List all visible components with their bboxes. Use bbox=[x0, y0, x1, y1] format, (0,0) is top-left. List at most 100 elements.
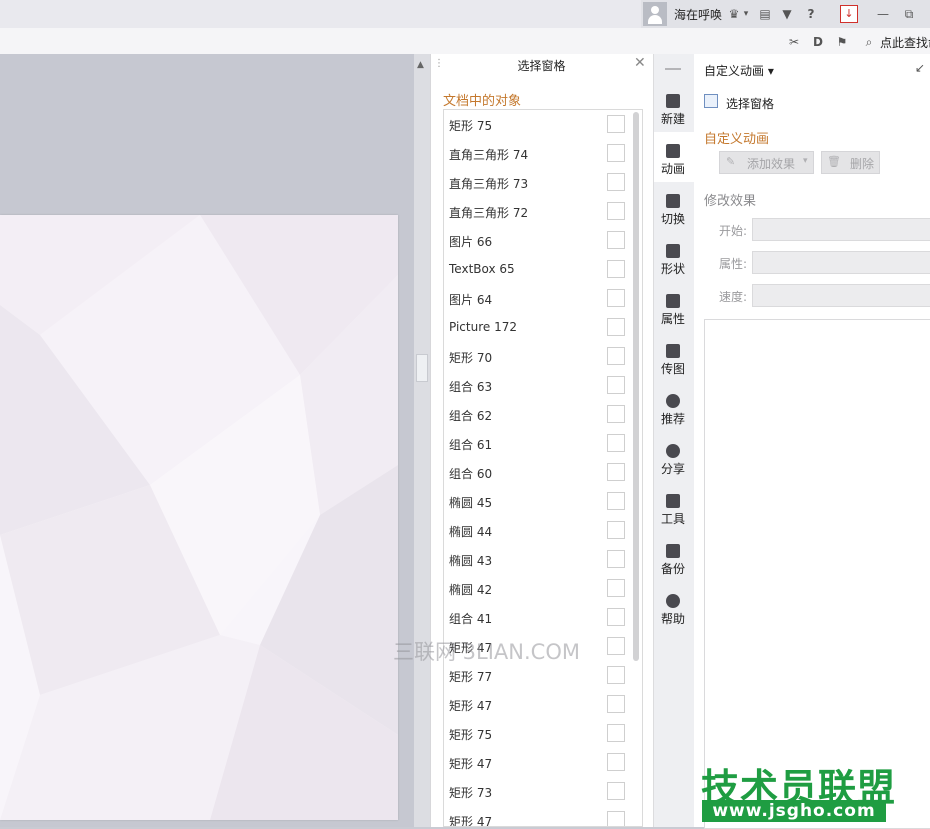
list-item[interactable]: Picture 172 bbox=[444, 313, 630, 342]
chevron-down-icon[interactable]: ▾ bbox=[803, 156, 808, 166]
list-item-label: 矩形 77 bbox=[449, 670, 493, 684]
visibility-checkbox[interactable] bbox=[607, 434, 625, 452]
visibility-checkbox[interactable] bbox=[607, 347, 625, 365]
visibility-checkbox[interactable] bbox=[607, 289, 625, 307]
list-item[interactable]: 矩形 75 bbox=[444, 719, 630, 748]
visibility-checkbox[interactable] bbox=[607, 260, 625, 278]
animation-heading: 自定义动画 bbox=[704, 132, 770, 147]
effects-list[interactable] bbox=[704, 319, 930, 829]
sidebar-item-3[interactable]: 形状 bbox=[653, 244, 693, 277]
sidebar-item-5[interactable]: 传图 bbox=[653, 344, 693, 377]
sidebar-grip[interactable] bbox=[665, 68, 681, 70]
canvas-scrollbar[interactable] bbox=[414, 54, 430, 827]
close-icon[interactable]: ✕ bbox=[634, 55, 646, 71]
sidebar-item-8[interactable]: 工具 bbox=[653, 494, 693, 527]
visibility-checkbox[interactable] bbox=[607, 608, 625, 626]
sidebar-item-0[interactable]: 新建 bbox=[653, 94, 693, 127]
minimize-button[interactable]: — bbox=[876, 6, 890, 22]
visibility-checkbox[interactable] bbox=[607, 463, 625, 481]
slide-background bbox=[0, 215, 398, 820]
list-item[interactable]: 图片 66 bbox=[444, 226, 630, 255]
visibility-checkbox[interactable] bbox=[607, 115, 625, 133]
visibility-checkbox[interactable] bbox=[607, 579, 625, 597]
list-item[interactable]: 椭圆 44 bbox=[444, 516, 630, 545]
avatar[interactable] bbox=[643, 2, 667, 26]
sidebar-item-4[interactable]: 属性 bbox=[653, 294, 693, 327]
visibility-checkbox[interactable] bbox=[607, 521, 625, 539]
collapse-icon[interactable]: ↙ bbox=[915, 61, 925, 75]
property-select[interactable] bbox=[752, 251, 930, 274]
visibility-checkbox[interactable] bbox=[607, 811, 625, 826]
list-item[interactable]: 矩形 47 bbox=[444, 806, 630, 826]
sidebar-item-10[interactable]: 帮助 bbox=[653, 594, 693, 627]
sidebar-item-6[interactable]: 推荐 bbox=[653, 394, 693, 427]
visibility-checkbox[interactable] bbox=[607, 782, 625, 800]
skin-icon[interactable]: ▼ bbox=[778, 6, 796, 22]
username-label[interactable]: 海在呼唤 bbox=[674, 6, 722, 23]
selection-pane-link[interactable]: 选择窗格 bbox=[726, 95, 774, 112]
visibility-checkbox[interactable] bbox=[607, 666, 625, 684]
sidebar-item-9[interactable]: 备份 bbox=[653, 544, 693, 577]
crown-icon[interactable]: ♛ bbox=[727, 6, 741, 22]
search-icon[interactable]: ⌕ bbox=[862, 34, 876, 50]
download-icon[interactable]: ↓ bbox=[840, 5, 858, 23]
list-item[interactable]: 组合 62 bbox=[444, 400, 630, 429]
list-item[interactable]: 椭圆 45 bbox=[444, 487, 630, 516]
list-item[interactable]: 矩形 73 bbox=[444, 777, 630, 806]
sidebar-item-7[interactable]: 分享 bbox=[653, 444, 693, 477]
d-icon[interactable]: D bbox=[811, 34, 825, 50]
sound-icon[interactable]: ✂ bbox=[787, 34, 801, 50]
list-item[interactable]: 直角三角形 74 bbox=[444, 139, 630, 168]
sidebar-item-label: 动画 bbox=[660, 162, 685, 176]
visibility-checkbox[interactable] bbox=[607, 405, 625, 423]
selection-pane-icon[interactable] bbox=[704, 94, 718, 108]
visibility-checkbox[interactable] bbox=[607, 173, 625, 191]
visibility-checkbox[interactable] bbox=[607, 492, 625, 510]
speed-select[interactable] bbox=[752, 284, 930, 307]
sidebar-item-1[interactable]: 动画 bbox=[653, 144, 693, 177]
list-item[interactable]: 组合 63 bbox=[444, 371, 630, 400]
selection-pane-title: 选择窗格 bbox=[517, 59, 566, 73]
calendar-icon[interactable]: ▤ bbox=[758, 6, 772, 22]
list-item[interactable]: 组合 61 bbox=[444, 429, 630, 458]
visibility-checkbox[interactable] bbox=[607, 695, 625, 713]
objects-list: 矩形 75 直角三角形 74 直角三角形 73 直角三角形 72 图片 66 TextBo… bbox=[443, 109, 643, 827]
animation-pane-title[interactable]: 自定义动画 ▾ bbox=[704, 62, 774, 79]
slide[interactable] bbox=[0, 215, 398, 820]
list-item[interactable]: 矩形 75 bbox=[444, 110, 630, 139]
user-menu-caret-icon[interactable]: ▾ bbox=[742, 6, 750, 22]
visibility-checkbox[interactable] bbox=[607, 550, 625, 568]
list-item[interactable]: TextBox 65 bbox=[444, 255, 630, 284]
list-item[interactable]: 图片 64 bbox=[444, 284, 630, 313]
list-item[interactable]: 组合 60 bbox=[444, 458, 630, 487]
scroll-up-icon[interactable]: ▲ bbox=[417, 60, 424, 70]
list-scrollbar[interactable] bbox=[633, 112, 639, 661]
list-item[interactable]: 直角三角形 72 bbox=[444, 197, 630, 226]
list-item[interactable]: 直角三角形 73 bbox=[444, 168, 630, 197]
visibility-checkbox[interactable] bbox=[607, 144, 625, 162]
restore-button[interactable]: ⧉ bbox=[902, 6, 916, 22]
property-label: 属性: bbox=[719, 257, 748, 271]
list-item-label: 直角三角形 72 bbox=[449, 206, 529, 220]
visibility-checkbox[interactable] bbox=[607, 202, 625, 220]
visibility-checkbox[interactable] bbox=[607, 753, 625, 771]
list-item[interactable]: 椭圆 42 bbox=[444, 574, 630, 603]
visibility-checkbox[interactable] bbox=[607, 376, 625, 394]
scroll-thumb[interactable] bbox=[416, 354, 428, 382]
sidebar-item-2[interactable]: 切换 bbox=[653, 194, 693, 227]
pencil-icon: ✎ bbox=[726, 155, 736, 168]
visibility-checkbox[interactable] bbox=[607, 231, 625, 249]
trash-icon: 🗑 bbox=[827, 155, 841, 168]
visibility-checkbox[interactable] bbox=[607, 318, 625, 336]
list-item[interactable]: 矩形 47 bbox=[444, 748, 630, 777]
help-icon[interactable]: ? bbox=[805, 6, 817, 22]
flag-icon[interactable]: ⚑ bbox=[835, 34, 849, 50]
visibility-checkbox[interactable] bbox=[607, 637, 625, 655]
list-item[interactable]: 矩形 70 bbox=[444, 342, 630, 371]
search-input[interactable]: 点此查找命令 bbox=[880, 34, 930, 51]
visibility-checkbox[interactable] bbox=[607, 724, 625, 742]
start-select[interactable] bbox=[752, 218, 930, 241]
list-item[interactable]: 组合 41 bbox=[444, 603, 630, 632]
list-item[interactable]: 矩形 47 bbox=[444, 690, 630, 719]
list-item[interactable]: 椭圆 43 bbox=[444, 545, 630, 574]
